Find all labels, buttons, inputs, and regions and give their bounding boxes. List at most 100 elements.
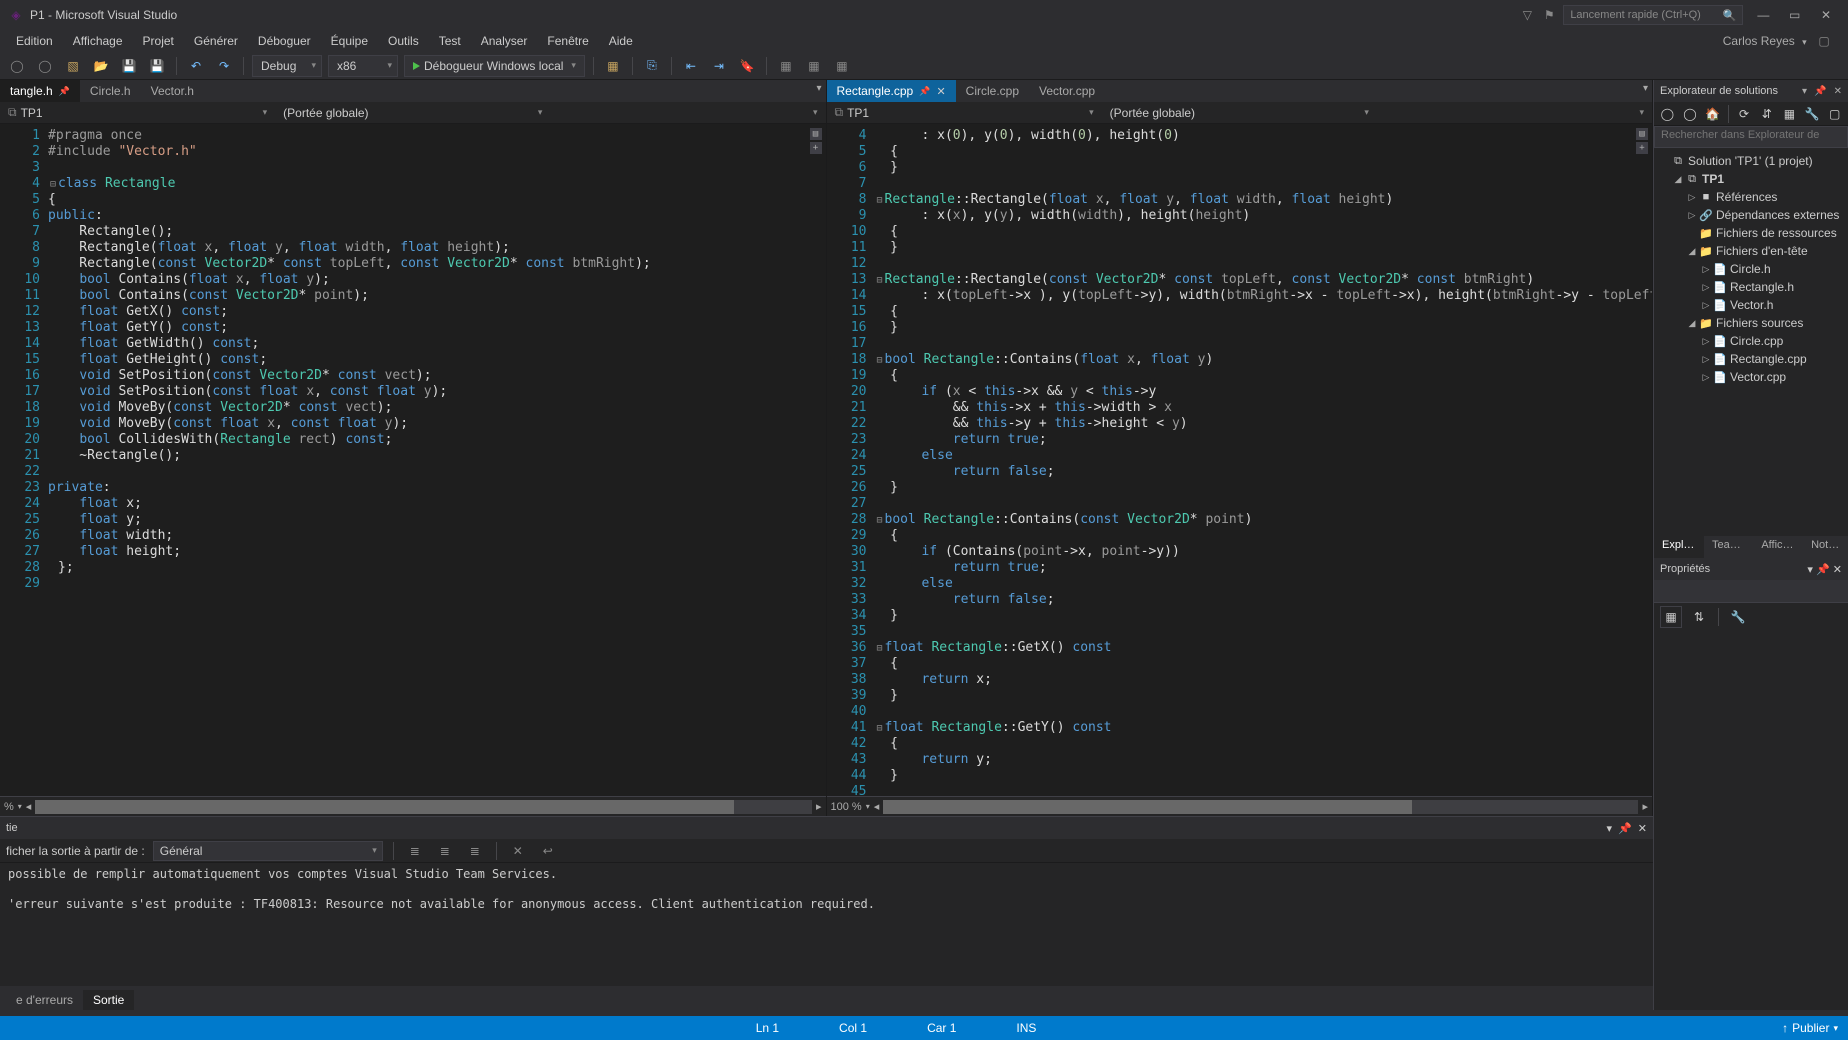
code-editor-left[interactable]: 1234567891011121314151617181920212223242… — [0, 124, 826, 796]
scope-class-selector[interactable]: (Portée globale) — [1102, 103, 1377, 123]
chevron-down-icon[interactable]: ▾ — [18, 802, 22, 811]
expand-icon[interactable]: ▷ — [1700, 300, 1712, 311]
expand-icon[interactable]: ◢ — [1686, 318, 1698, 329]
bookmark-button[interactable]: 🔖 — [736, 55, 758, 77]
dropdown-icon[interactable]: ▾ — [1807, 564, 1813, 576]
tree-node[interactable]: ⧉Solution 'TP1' (1 projet) — [1654, 152, 1848, 170]
preview-icon[interactable]: ▢ — [1825, 103, 1844, 125]
maximize-button[interactable]: ▭ — [1781, 5, 1809, 25]
redo-button[interactable]: ↷ — [213, 55, 235, 77]
expand-icon[interactable]: ▷ — [1700, 354, 1712, 365]
tree-node[interactable]: ▷■Références — [1654, 188, 1848, 206]
zoom-value[interactable]: % — [4, 801, 14, 813]
split-icon[interactable]: ▤ — [1636, 128, 1648, 140]
clear-output-button[interactable]: ✕ — [507, 840, 529, 862]
collapse-icon[interactable]: ⇵ — [1757, 103, 1776, 125]
split-icon[interactable]: ▤ — [810, 128, 822, 140]
side-tab[interactable]: Explo... — [1654, 536, 1704, 558]
toolbar-btn-2[interactable]: ⎘ — [641, 55, 663, 77]
refresh-icon[interactable]: ⟳ — [1735, 103, 1754, 125]
output-btn-3[interactable]: ≣ — [464, 840, 486, 862]
dropdown-icon[interactable]: ▾ — [1802, 86, 1807, 97]
close-button[interactable]: ✕ — [1812, 5, 1840, 25]
close-icon[interactable]: ✕ — [936, 85, 945, 98]
pin-icon[interactable]: 📌 — [1618, 822, 1632, 835]
scope-member-selector[interactable] — [550, 103, 825, 123]
expand-icon[interactable]: ▷ — [1686, 192, 1698, 203]
save-button[interactable]: 💾 — [118, 55, 140, 77]
tab-vector-cpp[interactable]: Vector.cpp — [1029, 80, 1105, 102]
pin-icon[interactable]: 📌 — [1814, 86, 1826, 97]
user-avatar-icon[interactable]: ▢ — [1816, 33, 1832, 49]
output-source-selector[interactable]: Général — [153, 841, 383, 861]
uncomment-button[interactable]: ▦ — [803, 55, 825, 77]
close-icon[interactable]: ✕ — [1834, 86, 1842, 97]
horizontal-scrollbar[interactable] — [883, 800, 1638, 814]
menu-générer[interactable]: Générer — [184, 32, 248, 50]
output-content[interactable]: possible de remplir automatiquement vos … — [0, 863, 1653, 986]
menu-projet[interactable]: Projet — [133, 32, 184, 50]
close-icon[interactable]: ✕ — [1638, 822, 1647, 835]
home-icon[interactable]: 🏠 — [1703, 103, 1722, 125]
user-name[interactable]: Carlos Reyes — [1723, 34, 1795, 48]
code-editor-right[interactable]: 4567891011121314151617181920212223242526… — [827, 124, 1653, 796]
back-button[interactable]: ◯ — [6, 55, 28, 77]
scope-member-selector[interactable] — [1377, 103, 1652, 123]
pin-icon[interactable]: 📌 — [59, 86, 70, 97]
horizontal-scrollbar[interactable] — [35, 800, 812, 814]
config-selector[interactable]: Debug — [252, 55, 322, 77]
tree-node[interactable]: ▷📄Vector.h — [1654, 296, 1848, 314]
save-all-button[interactable]: 💾 — [146, 55, 168, 77]
tab-dropdown-icon[interactable]: ▾ — [816, 83, 821, 94]
pin-icon[interactable]: 📌 — [1816, 564, 1830, 576]
new-project-button[interactable]: ▧ — [62, 55, 84, 77]
output-btn-2[interactable]: ≣ — [434, 840, 456, 862]
code-content[interactable]: : x(0), y(0), width(0), height(0) { } ⊟R… — [875, 124, 1653, 796]
filter-icon[interactable]: ▽ — [1519, 7, 1535, 23]
show-all-icon[interactable]: ▦ — [1780, 103, 1799, 125]
platform-selector[interactable]: x86 — [328, 55, 398, 77]
scope-project-selector[interactable]: ⧉TP1 — [827, 103, 1102, 123]
toolbar-btn-1[interactable]: ▦ — [602, 55, 624, 77]
publish-button[interactable]: ↑ Publier ▾ — [1782, 1021, 1838, 1035]
menu-analyser[interactable]: Analyser — [471, 32, 538, 50]
scope-project-selector[interactable]: ⧉TP1 — [0, 103, 275, 123]
side-tab[interactable]: Team... — [1704, 536, 1753, 558]
expand-icon[interactable]: + — [1636, 142, 1648, 154]
code-content[interactable]: #pragma once#include "Vector.h" ⊟class R… — [48, 124, 826, 796]
categorize-icon[interactable]: ▦ — [1660, 606, 1682, 628]
properties-icon[interactable]: 🔧 — [1803, 103, 1822, 125]
scroll-right-icon[interactable]: ▸ — [816, 800, 822, 813]
scroll-left-icon[interactable]: ◂ — [874, 800, 880, 813]
dropdown-icon[interactable]: ▾ — [1607, 822, 1613, 835]
tree-node[interactable]: ▷📄Circle.cpp — [1654, 332, 1848, 350]
start-debug-button[interactable]: Débogueur Windows local ▾ — [404, 55, 585, 77]
expand-icon[interactable]: ▷ — [1700, 282, 1712, 293]
side-tab[interactable]: Affich... — [1753, 536, 1803, 558]
back-icon[interactable]: ◯ — [1658, 103, 1677, 125]
toolbar-btn-3[interactable]: ▦ — [831, 55, 853, 77]
chevron-down-icon[interactable]: ▾ — [866, 802, 870, 811]
side-tab[interactable]: Notifi.. — [1803, 536, 1848, 558]
tree-node[interactable]: ◢📁Fichiers sources — [1654, 314, 1848, 332]
comment-button[interactable]: ▦ — [775, 55, 797, 77]
scroll-right-icon[interactable]: ▸ — [1642, 800, 1648, 813]
scroll-left-icon[interactable]: ◂ — [26, 800, 32, 813]
bottom-tab-ederreurs[interactable]: e d'erreurs — [6, 990, 83, 1010]
indent-left-button[interactable]: ⇤ — [680, 55, 702, 77]
forward-button[interactable]: ◯ — [34, 55, 56, 77]
expand-icon[interactable]: ◢ — [1686, 246, 1698, 257]
tab-dropdown-icon[interactable]: ▾ — [1643, 83, 1648, 94]
pin-icon[interactable]: 📌 — [919, 86, 930, 97]
wordwrap-button[interactable]: ↩ — [537, 840, 559, 862]
scope-class-selector[interactable]: (Portée globale) — [275, 103, 550, 123]
tree-node[interactable]: ◢⧉TP1 — [1654, 170, 1848, 188]
tab-circle-cpp[interactable]: Circle.cpp — [956, 80, 1029, 102]
menu-équipe[interactable]: Équipe — [321, 32, 378, 50]
tab-circle-h[interactable]: Circle.h — [80, 80, 141, 102]
expand-icon[interactable]: ▷ — [1700, 336, 1712, 347]
expand-icon[interactable]: ▷ — [1686, 210, 1698, 221]
quick-launch-input[interactable]: Lancement rapide (Ctrl+Q) 🔍 — [1563, 5, 1743, 25]
close-icon[interactable]: ✕ — [1833, 564, 1842, 576]
alphabetize-icon[interactable]: ⇅ — [1688, 606, 1710, 628]
